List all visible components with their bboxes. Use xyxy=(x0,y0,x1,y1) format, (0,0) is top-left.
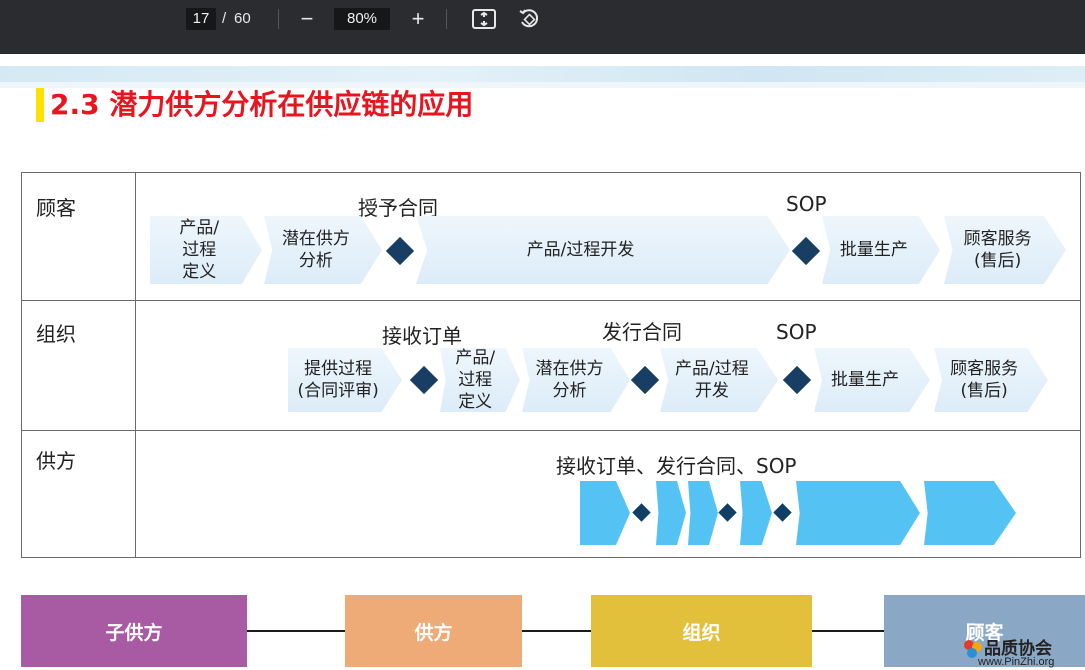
milestone-label: SOP xyxy=(786,192,827,216)
toolbar-divider xyxy=(278,9,279,29)
process-step: 提供过程 (合同评审) xyxy=(288,348,402,412)
process-step: 顾客服务 (售后) xyxy=(944,216,1066,284)
process-step: 产品/ 过程 定义 xyxy=(440,348,520,412)
chain-block-supplier: 供方 xyxy=(345,595,522,667)
pdf-viewer-toolbar: 17 / 60 − 80% + xyxy=(0,0,1085,54)
process-step: 产品/过程 开发 xyxy=(660,348,778,412)
document-page: 2.3 潜力供方分析在供应链的应用 顾客 组织 供方 授予合同 SOP 产品/ … xyxy=(0,54,1085,670)
process-step: 产品/ 过程 定义 xyxy=(150,216,262,284)
rotate-icon[interactable] xyxy=(515,6,543,32)
process-step: 潜在供方 分析 xyxy=(522,348,630,412)
watermark-logo: 品质协会 www.PinZhi.org xyxy=(960,634,1084,670)
row-divider xyxy=(21,300,1081,301)
process-step: 批量生产 xyxy=(814,348,930,412)
current-page-input[interactable]: 17 xyxy=(186,8,216,30)
process-step: 潜在供方 分析 xyxy=(264,216,382,284)
step-label: 顾客服务 (售后) xyxy=(963,229,1032,271)
step-label: 提供过程 (合同评审) xyxy=(297,359,379,401)
process-step: 顾客服务 (售后) xyxy=(934,348,1048,412)
step-label: 产品/过程开发 xyxy=(526,240,635,260)
step-label: 批量生产 xyxy=(839,240,908,260)
zoom-in-icon[interactable]: + xyxy=(404,6,432,32)
row-label-customer: 顾客 xyxy=(36,196,76,220)
zoom-out-icon[interactable]: − xyxy=(293,6,321,32)
column-divider xyxy=(135,172,136,558)
page-separator: / xyxy=(222,10,227,27)
logo-url: www.PinZhi.org xyxy=(978,656,1055,668)
row-label-organization: 组织 xyxy=(36,322,76,346)
page-title: 2.3 潜力供方分析在供应链的应用 xyxy=(50,88,474,121)
milestone-label: 接收订单、发行合同、SOP xyxy=(556,454,797,478)
row-label-supplier: 供方 xyxy=(36,449,76,473)
process-step: 产品/过程开发 xyxy=(416,216,790,284)
step-label: 批量生产 xyxy=(831,370,900,390)
step-label: 顾客服务 (售后) xyxy=(950,359,1019,401)
milestone-label: 接收订单 xyxy=(382,324,462,348)
supplier-step-arrow xyxy=(796,481,920,545)
step-label: 产品/ 过程 定义 xyxy=(179,218,220,282)
zoom-level-input[interactable]: 80% xyxy=(334,8,390,30)
fit-page-icon[interactable] xyxy=(470,6,498,32)
chain-block-sub-supplier: 子供方 xyxy=(21,595,247,667)
step-label: 产品/过程 开发 xyxy=(675,359,749,401)
process-step: 批量生产 xyxy=(822,216,940,284)
title-marker xyxy=(36,88,44,122)
chain-block-organization: 组织 xyxy=(591,595,812,667)
row-divider xyxy=(21,430,1081,431)
milestone-label: 发行合同 xyxy=(602,320,682,344)
total-pages: 60 xyxy=(234,10,251,27)
step-label: 产品/ 过程 定义 xyxy=(455,348,496,412)
step-label: 潜在供方 分析 xyxy=(535,359,604,401)
milestone-label: SOP xyxy=(776,320,817,344)
toolbar-divider xyxy=(446,9,447,29)
step-label: 潜在供方 分析 xyxy=(281,229,350,271)
